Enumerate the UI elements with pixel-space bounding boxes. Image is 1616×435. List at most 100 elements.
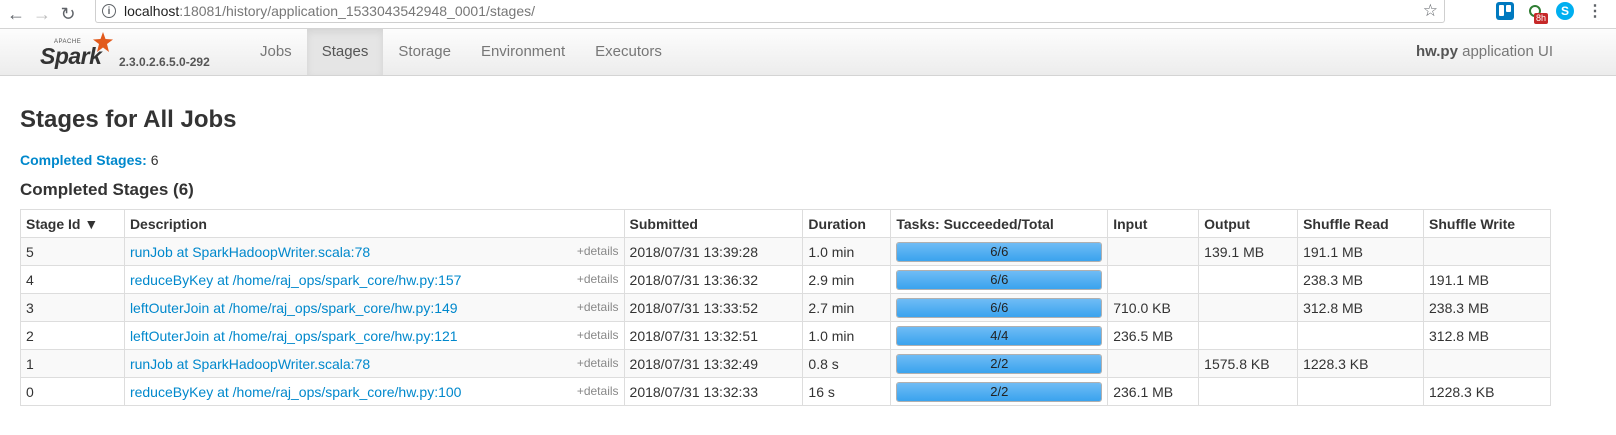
- duration: 2.7 min: [802, 293, 892, 322]
- duration: 0.8 s: [802, 349, 892, 378]
- submitted-time: 2018/07/31 13:32:49: [623, 349, 804, 378]
- address-bar[interactable]: i localhost:18081/history/application_15…: [95, 0, 1445, 23]
- details-toggle[interactable]: +details: [577, 244, 619, 258]
- skype-icon[interactable]: S: [1556, 2, 1574, 20]
- shuffle-read: [1297, 377, 1425, 406]
- submitted-time: 2018/07/31 13:39:28: [623, 237, 804, 266]
- description-cell: leftOuterJoin at /home/raj_ops/spark_cor…: [123, 293, 625, 322]
- tab-environment[interactable]: Environment: [466, 29, 580, 75]
- info-icon[interactable]: i: [102, 4, 116, 18]
- tasks-cell: 2/2: [890, 377, 1109, 406]
- timer-badge: 8h: [1533, 13, 1548, 24]
- completed-stages-link[interactable]: Completed Stages:: [20, 152, 147, 168]
- tasks-progress-bar: 4/4: [896, 325, 1103, 346]
- tasks-progress-bar: 6/6: [896, 269, 1103, 290]
- progress-text: 2/2: [990, 355, 1009, 371]
- tasks-cell: 6/6: [890, 265, 1109, 294]
- extensions-area: 8h S ⋮: [1496, 0, 1616, 24]
- header-description[interactable]: Description: [123, 209, 625, 238]
- submitted-time: 2018/07/31 13:33:52: [623, 293, 804, 322]
- header-output[interactable]: Output: [1198, 209, 1299, 238]
- duration: 1.0 min: [802, 237, 892, 266]
- back-arrow-icon[interactable]: ←: [6, 4, 26, 24]
- shuffle-write: 191.1 MB: [1423, 265, 1551, 294]
- tab-stages[interactable]: Stages: [306, 29, 384, 75]
- input: [1107, 265, 1200, 294]
- tasks-progress-bar: 2/2: [896, 353, 1103, 374]
- spark-version: 2.3.0.2.6.5.0-292: [119, 55, 210, 69]
- stage-id: 0: [20, 377, 125, 406]
- progress-text: 4/4: [990, 327, 1009, 343]
- details-toggle[interactable]: +details: [577, 384, 619, 398]
- table-row: 4 reduceByKey at /home/raj_ops/spark_cor…: [20, 265, 1551, 294]
- app-name: hw.py: [1415, 43, 1458, 60]
- submitted-time: 2018/07/31 13:32:33: [623, 377, 804, 406]
- output: [1198, 321, 1299, 350]
- header-tasks[interactable]: Tasks: Succeeded/Total: [890, 209, 1109, 238]
- shuffle-read: 191.1 MB: [1297, 237, 1425, 266]
- stage-id: 1: [20, 349, 125, 378]
- description-cell: runJob at SparkHadoopWriter.scala:78 +det…: [123, 349, 625, 378]
- nav-tabs: Jobs Stages Storage Environment Executor…: [245, 29, 677, 75]
- input: [1107, 237, 1200, 266]
- reload-icon[interactable]: ↻: [58, 4, 78, 24]
- trello-icon[interactable]: [1496, 2, 1514, 20]
- stage-description-link[interactable]: reduceByKey at /home/raj_ops/spark_core/…: [130, 384, 462, 400]
- stages-table: Stage Id ▼ Description Submitted Duratio…: [20, 209, 1551, 406]
- bookmark-star-icon[interactable]: ☆: [1423, 1, 1438, 21]
- details-toggle[interactable]: +details: [577, 300, 619, 314]
- tasks-progress-bar: 6/6: [896, 241, 1103, 262]
- tab-executors[interactable]: Executors: [580, 29, 677, 75]
- timer-extension-icon[interactable]: 8h: [1526, 2, 1548, 24]
- url-host: localhost: [124, 3, 180, 19]
- tasks-cell: 2/2: [890, 349, 1109, 378]
- header-shuffle-read[interactable]: Shuffle Read: [1297, 209, 1425, 238]
- duration: 16 s: [802, 377, 892, 406]
- app-suffix: application UI: [1457, 43, 1553, 60]
- header-submitted[interactable]: Submitted: [623, 209, 804, 238]
- stage-description-link[interactable]: reduceByKey at /home/raj_ops/spark_core/…: [130, 272, 462, 288]
- details-toggle[interactable]: +details: [577, 272, 619, 286]
- stage-summary: Completed Stages: 6: [20, 152, 159, 168]
- stage-id: 2: [20, 321, 125, 350]
- header-input[interactable]: Input: [1107, 209, 1200, 238]
- header-shuffle-write[interactable]: Shuffle Write: [1423, 209, 1551, 238]
- tasks-cell: 6/6: [890, 293, 1109, 322]
- submitted-time: 2018/07/31 13:36:32: [623, 265, 804, 294]
- details-toggle[interactable]: +details: [577, 356, 619, 370]
- table-header-row: Stage Id ▼ Description Submitted Duratio…: [20, 209, 1551, 238]
- stage-id: 4: [20, 265, 125, 294]
- spark-logo[interactable]: APACHE Spark 2.3.0.2.6.5.0-292: [38, 31, 218, 75]
- table-row: 0 reduceByKey at /home/raj_ops/spark_cor…: [20, 377, 1551, 406]
- tasks-progress-bar: 2/2: [896, 381, 1103, 402]
- tasks-cell: 6/6: [890, 237, 1109, 266]
- progress-text: 6/6: [990, 271, 1009, 287]
- stage-description-link[interactable]: runJob at SparkHadoopWriter.scala:78: [130, 356, 370, 372]
- output: [1198, 377, 1299, 406]
- table-row: 1 runJob at SparkHadoopWriter.scala:78 +d…: [20, 349, 1551, 378]
- forward-arrow-icon[interactable]: →: [32, 4, 52, 24]
- completed-stages-heading[interactable]: Completed Stages (6): [20, 180, 194, 200]
- tasks-progress-bar: 6/6: [896, 297, 1103, 318]
- details-toggle[interactable]: +details: [577, 328, 619, 342]
- duration: 2.9 min: [802, 265, 892, 294]
- stage-description-link[interactable]: runJob at SparkHadoopWriter.scala:78: [130, 244, 370, 260]
- table-row: 2 leftOuterJoin at /home/raj_ops/spark_c…: [20, 321, 1551, 350]
- header-duration[interactable]: Duration: [802, 209, 892, 238]
- shuffle-read: 312.8 MB: [1297, 293, 1425, 322]
- stage-description-link[interactable]: leftOuterJoin at /home/raj_ops/spark_cor…: [130, 328, 458, 344]
- browser-menu-icon[interactable]: ⋮: [1586, 2, 1604, 20]
- tab-jobs[interactable]: Jobs: [245, 29, 307, 75]
- url-text[interactable]: localhost:18081/history/application_1533…: [124, 3, 535, 19]
- output: 1575.8 KB: [1198, 349, 1299, 378]
- shuffle-read: 1228.3 KB: [1297, 349, 1425, 378]
- spark-star-icon: [93, 32, 113, 52]
- tasks-cell: 4/4: [890, 321, 1109, 350]
- stage-id: 3: [20, 293, 125, 322]
- tab-storage[interactable]: Storage: [383, 29, 466, 75]
- table-row: 5 runJob at SparkHadoopWriter.scala:78 +d…: [20, 237, 1551, 266]
- duration: 1.0 min: [802, 321, 892, 350]
- header-stage-id[interactable]: Stage Id ▼: [20, 209, 125, 238]
- output: [1198, 265, 1299, 294]
- stage-description-link[interactable]: leftOuterJoin at /home/raj_ops/spark_cor…: [130, 300, 458, 316]
